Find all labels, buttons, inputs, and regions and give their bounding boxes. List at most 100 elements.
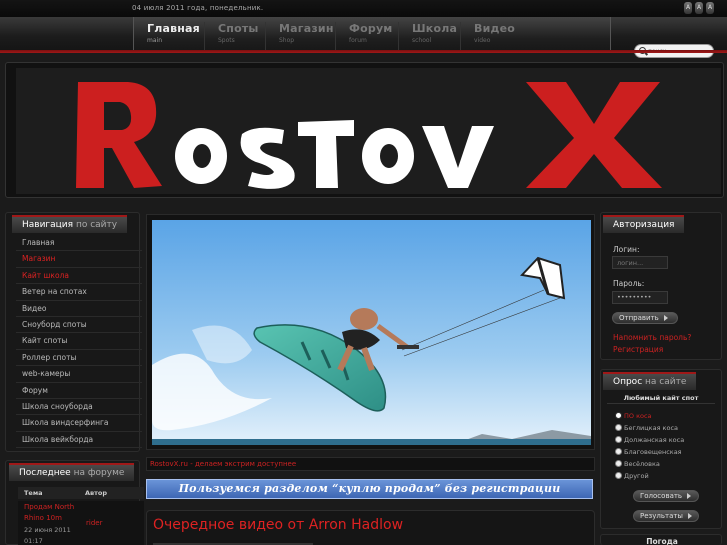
font-decrease-button[interactable]: A bbox=[684, 2, 692, 14]
menu-item-title: Школа bbox=[412, 22, 458, 35]
site-tagline: RostovX.ru - делаем экстрим доступнее bbox=[146, 457, 595, 471]
font-reset-button[interactable]: A bbox=[695, 2, 703, 14]
forum-post-date: 22 июня 2011 01:17 bbox=[24, 526, 71, 545]
logo-middle-letters bbox=[175, 120, 494, 189]
menu-item-subtitle: video bbox=[474, 37, 491, 44]
auth-panel: Авторизация Логин: Пароль: ••••••••• Отп… bbox=[600, 212, 722, 360]
poll-option-label: ПО коса bbox=[624, 412, 652, 420]
kitesurfer-photo[interactable] bbox=[152, 220, 591, 445]
column-author: Автор bbox=[85, 489, 108, 497]
navigation-panel: Навигация по сайту Главная Магазин Кайт … bbox=[5, 212, 142, 452]
nav-item-video[interactable]: Видео bbox=[16, 301, 142, 317]
article-title-link[interactable]: Очередное видео от Arron Hadlow bbox=[153, 517, 403, 533]
radio-icon bbox=[615, 460, 622, 467]
menu-item-shop[interactable]: Магазин Shop bbox=[265, 22, 335, 52]
forum-author-link[interactable]: rider bbox=[86, 519, 102, 527]
radio-icon bbox=[615, 472, 622, 479]
radio-icon bbox=[615, 448, 622, 455]
password-input[interactable]: ••••••••• bbox=[612, 291, 668, 304]
nav-item-roller-spots[interactable]: Роллер споты bbox=[16, 350, 142, 367]
poll-option[interactable]: Беглицкая коса bbox=[615, 424, 678, 432]
tab-subtitle: по сайту bbox=[75, 220, 118, 230]
arrow-right-icon bbox=[687, 493, 692, 499]
tab-subtitle: на сайте bbox=[645, 377, 687, 387]
classifieds-banner[interactable]: Пользуемся разделом “куплю продам” без р… bbox=[146, 479, 593, 499]
header-banner bbox=[5, 62, 724, 198]
logo-letter-x bbox=[526, 82, 662, 188]
nav-item-forum[interactable]: Форум bbox=[16, 383, 142, 399]
menu-item-video[interactable]: Видео video bbox=[460, 22, 524, 52]
tab-title: Навигация bbox=[22, 220, 74, 230]
navigation-list: Главная Магазин Кайт школа Ветер на спот… bbox=[16, 235, 142, 449]
poll-option[interactable]: Благовещенская bbox=[615, 448, 682, 456]
banner-logo-area bbox=[16, 68, 721, 194]
nav-item-main[interactable]: Главная bbox=[16, 235, 142, 252]
poll-question: Любимый кайт спот bbox=[607, 392, 715, 404]
menu-item-subtitle: forum bbox=[349, 37, 367, 44]
nav-item-wind[interactable]: Ветер на спотах bbox=[16, 284, 142, 301]
menu-item-forum[interactable]: Форум forum bbox=[335, 22, 398, 52]
remind-password-link[interactable]: Напомнить пароль? bbox=[613, 333, 691, 342]
latest-forum-panel: Последнее на форуме Тема Автор Продам No… bbox=[5, 460, 144, 545]
vote-button[interactable]: Голосовать bbox=[633, 490, 699, 502]
font-increase-button[interactable]: A bbox=[706, 2, 714, 14]
menu-item-title: Видео bbox=[474, 22, 515, 35]
poll-option[interactable]: Другой bbox=[615, 472, 649, 480]
menu-item-subtitle: main bbox=[147, 37, 162, 44]
arrow-right-icon bbox=[663, 315, 668, 321]
menu-item-title: Форум bbox=[349, 22, 393, 35]
poll-option-label: Беглицкая коса bbox=[624, 424, 679, 432]
login-input[interactable] bbox=[612, 256, 668, 269]
poll-option[interactable]: ПО коса bbox=[615, 412, 652, 420]
navigation-tab: Навигация по сайту bbox=[12, 215, 128, 233]
main-menu: Главная main Споты Spots Магазин Shop Фо… bbox=[133, 17, 611, 53]
menu-item-subtitle: Spots bbox=[218, 37, 235, 44]
poll-option-label: Благовещенская bbox=[624, 448, 682, 456]
nav-item-shop[interactable]: Магазин bbox=[16, 251, 142, 268]
nav-item-snowboard-spots[interactable]: Сноуборд споты bbox=[16, 317, 142, 334]
password-label: Пароль: bbox=[613, 279, 645, 288]
current-date: 04 июля 2011 года, понедельник. bbox=[132, 4, 264, 12]
column-topic: Тема bbox=[24, 489, 43, 497]
nav-item-webcams[interactable]: web-камеры bbox=[16, 366, 142, 383]
forum-topic-link[interactable]: Продам North Rhino 10m bbox=[24, 502, 82, 524]
weather-panel: Погода bbox=[600, 534, 722, 545]
nav-item-kite-spots[interactable]: Кайт споты bbox=[16, 333, 142, 350]
radio-icon bbox=[615, 424, 622, 431]
nav-item-snowboard-school[interactable]: Школа сноуборда bbox=[16, 399, 142, 416]
poll-option[interactable]: Весёловка bbox=[615, 460, 660, 468]
menu-item-spots[interactable]: Споты Spots bbox=[204, 22, 266, 52]
rostovx-logo[interactable] bbox=[16, 68, 721, 194]
nav-item-kite-school[interactable]: Кайт школа bbox=[16, 268, 142, 285]
poll-option-label: Должанская коса bbox=[624, 436, 685, 444]
forum-tab: Последнее на форуме bbox=[9, 463, 135, 481]
featured-photo-frame bbox=[146, 214, 595, 450]
button-label: Результаты bbox=[640, 512, 683, 520]
poll-option-label: Другой bbox=[624, 472, 649, 480]
auth-tab: Авторизация bbox=[603, 215, 685, 233]
nav-item-wakeboard-school[interactable]: Школа вейкборда bbox=[16, 432, 142, 449]
poll-tab: Опрос на сайте bbox=[603, 372, 697, 390]
poll-panel: Опрос на сайте Любимый кайт спот ПО коса… bbox=[600, 369, 722, 529]
login-submit-button[interactable]: Отправить bbox=[612, 312, 678, 324]
logo-letter-r bbox=[76, 82, 162, 188]
menu-item-school[interactable]: Школа school bbox=[398, 22, 460, 52]
nav-item-windsurf-school[interactable]: Школа виндсерфинга bbox=[16, 415, 142, 432]
menu-item-main[interactable]: Главная main bbox=[134, 22, 204, 52]
tab-subtitle: на форуме bbox=[73, 468, 125, 478]
tab-title: Последнее bbox=[19, 468, 71, 478]
forum-table-header: Тема Автор bbox=[18, 487, 144, 499]
radio-icon bbox=[615, 436, 622, 443]
main-menu-bar: Главная main Споты Spots Магазин Shop Фо… bbox=[0, 17, 727, 58]
menu-item-title: Магазин bbox=[279, 22, 334, 35]
tab-title: Опрос bbox=[613, 377, 643, 387]
article-card: Очередное видео от Arron Hadlow bbox=[146, 510, 595, 545]
poll-option[interactable]: Должанская коса bbox=[615, 436, 684, 444]
arrow-right-icon bbox=[687, 513, 692, 519]
menu-item-title: Споты bbox=[218, 22, 259, 35]
register-link[interactable]: Регистрация bbox=[613, 345, 663, 354]
poll-option-label: Весёловка bbox=[624, 460, 660, 468]
menu-accent-line bbox=[0, 50, 727, 53]
weather-title: Погода bbox=[646, 537, 678, 545]
results-button[interactable]: Результаты bbox=[633, 510, 699, 522]
